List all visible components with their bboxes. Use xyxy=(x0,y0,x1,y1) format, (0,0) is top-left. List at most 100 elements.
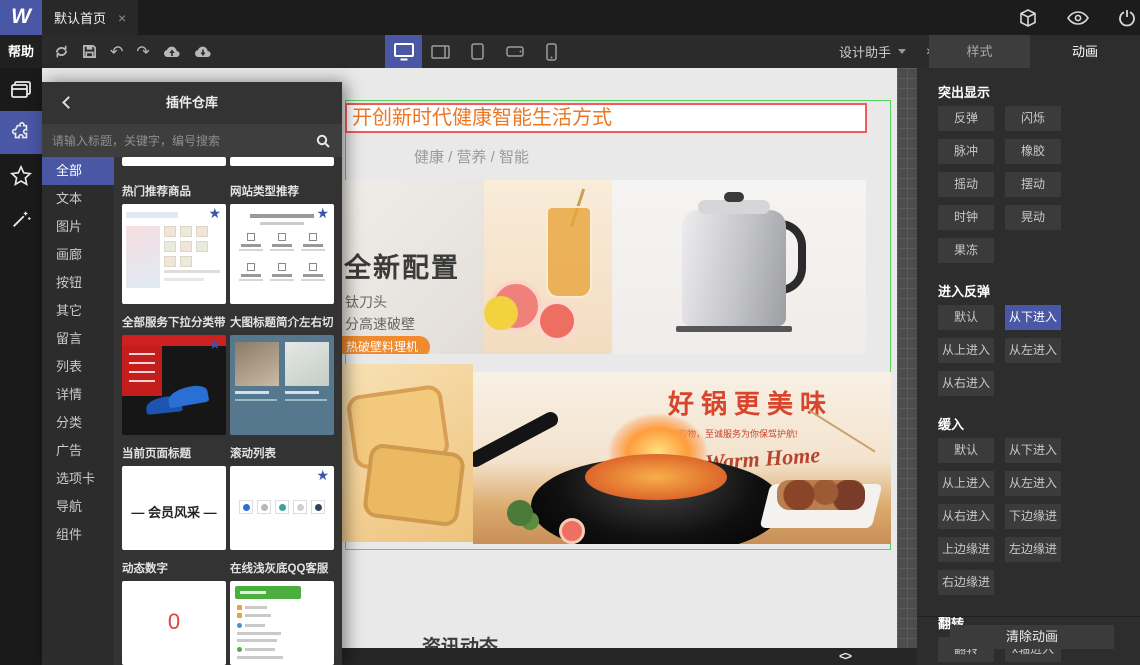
device-phone-landscape-button[interactable] xyxy=(496,35,533,68)
plugin-category-item[interactable]: 详情 xyxy=(42,381,114,409)
page-tab[interactable]: 默认首页 × xyxy=(42,0,139,35)
plugin-item-label: 滚动列表 xyxy=(230,448,276,460)
plugin-card-services-menu[interactable]: ★ xyxy=(122,335,226,435)
blender-banner[interactable]: 全新配置 钛刀头 分高速破壁 热破壁料理机 xyxy=(342,180,866,354)
animation-option-button[interactable]: 摆动 xyxy=(1005,172,1061,197)
animation-option-button[interactable]: 默认 xyxy=(938,305,994,330)
animation-options: 默认 从下进入 从上进入 从左进入 从右进入 xyxy=(938,305,1130,404)
close-tab-icon[interactable]: × xyxy=(118,10,126,26)
wok-banner[interactable]: 好锅更美味 无忧购物，至诚服务为你保驾护航! Warm Home xyxy=(473,372,891,544)
plugin-category-item[interactable]: 留言 xyxy=(42,325,114,353)
preview-logo xyxy=(257,500,271,514)
clear-animation-button[interactable]: 清除动画 xyxy=(950,625,1114,649)
plugin-category-item[interactable]: 文本 xyxy=(42,185,114,213)
animation-option-button[interactable]: 闪烁 xyxy=(1005,106,1061,131)
animation-option-button[interactable]: 晃动 xyxy=(1005,205,1061,230)
banner-cta-button[interactable]: 热破壁料理机 xyxy=(342,336,431,354)
animation-option-button[interactable]: 从右进入 xyxy=(938,371,994,396)
plugin-category-item[interactable]: 导航 xyxy=(42,493,114,521)
app-logo[interactable]: W xyxy=(0,0,42,35)
preview-eye-icon[interactable] xyxy=(1067,10,1089,25)
animation-panel: 突出显示 反弹 闪烁 脉冲 橡胶 摇动 摆动 时钟 晃动 果冻 进入反弹 默认 从下进入 从上进入从… xyxy=(917,68,1140,665)
plugin-cell: 大图标题简介左右切... xyxy=(230,304,334,435)
animation-option-button[interactable]: 果冻 xyxy=(938,238,994,263)
plugin-card-partial[interactable] xyxy=(122,157,226,166)
animation-option-button[interactable]: 从下进入 xyxy=(1005,438,1061,463)
undo-icon[interactable]: ↶ xyxy=(110,43,123,60)
sidebar-favorites-button[interactable] xyxy=(0,154,42,197)
favorite-star-icon[interactable]: ★ xyxy=(316,469,329,483)
cloud-download-icon[interactable] xyxy=(194,45,212,59)
plugin-category-item[interactable]: 组件 xyxy=(42,521,114,549)
design-canvas[interactable]: 开创新时代健康智能生活方式 健康 / 营养 / 智能 全新配置 钛刀头 分高速破… xyxy=(342,68,917,665)
plugin-category-item[interactable]: 分类 xyxy=(42,409,114,437)
canvas-scrollbar[interactable] xyxy=(897,68,917,648)
plugin-category-item[interactable]: 广告 xyxy=(42,437,114,465)
animation-option-button[interactable]: 橡胶 xyxy=(1005,139,1061,164)
sidebar-plugins-button[interactable] xyxy=(0,111,42,154)
plugin-category-item[interactable]: 按钮 xyxy=(42,269,114,297)
search-input[interactable] xyxy=(42,133,316,148)
animation-option-button[interactable]: 从上进入 xyxy=(938,471,994,496)
design-assistant-button[interactable]: 设计助手 xyxy=(839,35,906,68)
animation-option-button[interactable]: 默认 xyxy=(938,438,994,463)
favorite-star-icon[interactable]: ★ xyxy=(208,338,221,352)
plugin-card-page-title[interactable]: — 会员风采 — xyxy=(122,466,226,550)
search-icon[interactable] xyxy=(316,134,330,148)
plugin-card-scroll-list[interactable]: ★ xyxy=(230,466,334,550)
animation-option-button[interactable]: 上边缘进 xyxy=(938,537,994,562)
preview-thumb xyxy=(196,226,208,237)
tab-animation[interactable]: 动画 xyxy=(1030,35,1140,68)
animation-options: 默认 从下进入 从上进入 从左进入 从右进入 下边缘进 上边缘进 左边缘进 右边缘进 xyxy=(938,438,1130,603)
animation-option-button[interactable]: 反弹 xyxy=(938,106,994,131)
plugin-card-partial[interactable] xyxy=(230,157,334,166)
code-icon[interactable]: <> xyxy=(839,649,852,663)
plugin-card-hot-products[interactable]: ★ xyxy=(122,204,226,304)
animation-section-title: 突出显示 xyxy=(938,85,991,100)
headline-text-element[interactable]: 开创新时代健康智能生活方式 xyxy=(345,103,867,133)
plugin-card-site-types[interactable]: ★ xyxy=(230,204,334,304)
preview-decoration xyxy=(164,278,204,281)
device-tablet-button[interactable] xyxy=(459,35,496,68)
animation-option-button[interactable]: 左边缘进 xyxy=(1005,537,1061,562)
plugin-category-item[interactable]: 选项卡 xyxy=(42,465,114,493)
plugin-category-item[interactable]: 列表 xyxy=(42,353,114,381)
animation-option-button[interactable]: 从上进入 xyxy=(938,338,994,363)
animation-option-button[interactable]: 脉冲 xyxy=(938,139,994,164)
power-icon[interactable] xyxy=(1118,9,1136,27)
favorite-star-icon[interactable]: ★ xyxy=(208,207,221,221)
plugin-card-qq-service[interactable] xyxy=(230,581,334,665)
cloud-upload-icon[interactable] xyxy=(163,45,181,59)
device-desktop-button[interactable] xyxy=(385,35,422,68)
preview-thumb xyxy=(164,241,176,252)
plugin-category-item[interactable]: 全部 xyxy=(42,157,114,185)
sidebar-magic-wand-button[interactable] xyxy=(0,197,42,240)
animation-option-button[interactable]: 右边缘进 xyxy=(938,570,994,595)
redo-icon[interactable]: ↷ xyxy=(136,43,149,60)
help-button[interactable]: 帮助 xyxy=(0,35,42,68)
sidebar-pages-button[interactable] xyxy=(0,68,42,111)
animation-option-button[interactable]: 下边缘进 xyxy=(1005,504,1061,529)
plugin-card-dynamic-number[interactable]: 0 xyxy=(122,581,226,665)
animation-option-button[interactable]: 从下进入 xyxy=(1005,305,1061,330)
tab-style[interactable]: 样式 xyxy=(929,35,1030,68)
plugin-card-image-slider[interactable] xyxy=(230,335,334,435)
refresh-icon[interactable] xyxy=(54,44,69,59)
animation-options: 反弹 闪烁 脉冲 橡胶 摇动 摆动 时钟 晃动 果冻 xyxy=(938,106,1130,271)
animation-option-button[interactable]: 从左进入 xyxy=(1005,471,1061,496)
subtitle-text[interactable]: 健康 / 营养 / 智能 xyxy=(414,146,529,167)
animation-option-button[interactable]: 时钟 xyxy=(938,205,994,230)
animation-option-button[interactable]: 从左进入 xyxy=(1005,338,1061,363)
favorite-star-icon[interactable]: ★ xyxy=(316,207,329,221)
plugin-category-item[interactable]: 画廊 xyxy=(42,241,114,269)
template-cube-icon[interactable] xyxy=(1018,8,1038,28)
animation-option-button[interactable]: 从右进入 xyxy=(938,504,994,529)
device-laptop-button[interactable] xyxy=(422,35,459,68)
toast-photo[interactable] xyxy=(342,364,473,542)
toast-slice xyxy=(361,442,467,528)
animation-option-button[interactable]: 摇动 xyxy=(938,172,994,197)
plugin-category-item[interactable]: 其它 xyxy=(42,297,114,325)
plugin-category-item[interactable]: 图片 xyxy=(42,213,114,241)
save-icon[interactable] xyxy=(82,44,97,59)
device-phone-button[interactable] xyxy=(533,35,570,68)
